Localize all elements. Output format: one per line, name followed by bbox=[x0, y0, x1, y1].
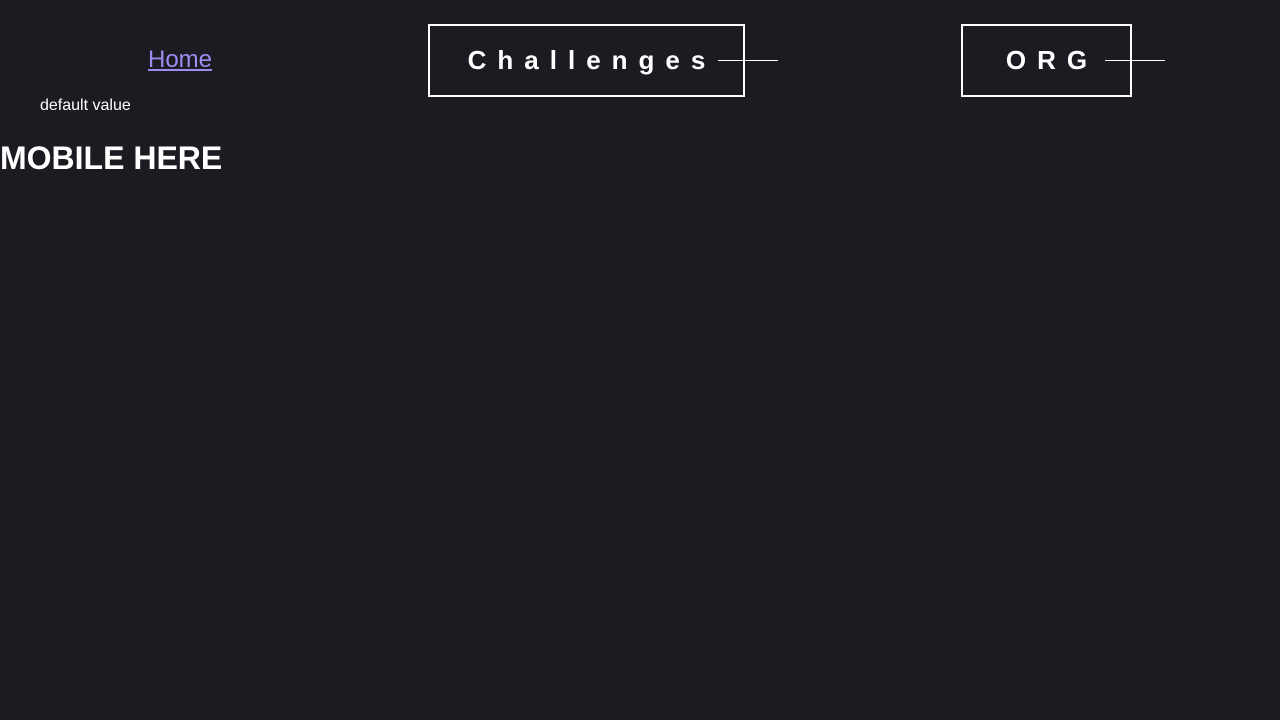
default-value-text: default value bbox=[40, 97, 131, 114]
challenges-button-line-decoration bbox=[718, 60, 778, 61]
page-heading: MOBILE HERE bbox=[0, 140, 223, 176]
org-button-line-decoration bbox=[1105, 60, 1165, 61]
top-navigation: Home default value Challenges ORG bbox=[0, 0, 1280, 130]
org-button-label: ORG bbox=[1005, 45, 1099, 75]
home-link[interactable]: Home bbox=[148, 46, 212, 74]
challenges-button-label: Challenges bbox=[467, 45, 717, 75]
challenges-button[interactable]: Challenges bbox=[428, 24, 745, 97]
